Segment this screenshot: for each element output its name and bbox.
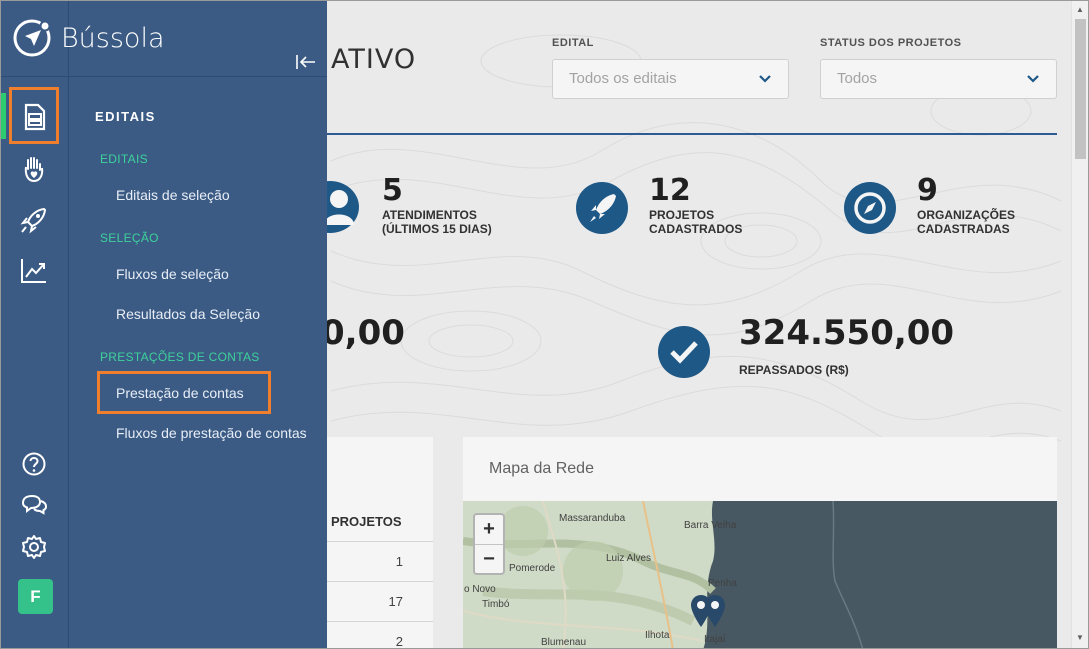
scroll-down-arrow-icon[interactable]: ▼: [1076, 633, 1084, 642]
rocket-icon[interactable]: [18, 204, 50, 236]
collapse-sidebar-icon[interactable]: [295, 52, 317, 72]
chart-line-icon[interactable]: [18, 255, 50, 287]
compass-logo-icon: [13, 19, 51, 57]
user-avatar[interactable]: F: [18, 579, 53, 614]
scroll-up-arrow-icon[interactable]: ▲: [1076, 5, 1084, 14]
brand-bar: Bússola: [1, 1, 327, 77]
active-indicator: [1, 93, 6, 139]
brand-name: Bússola: [61, 23, 165, 54]
hand-heart-icon[interactable]: [18, 153, 50, 185]
app-window: ATIVO EDITAL Todos os editais STATUS DOS…: [0, 0, 1089, 649]
highlight-box-document: [9, 87, 59, 144]
scrollbar-thumb[interactable]: [1075, 19, 1086, 159]
menu-item-editais-de-selecao[interactable]: Editais de seleção: [116, 187, 230, 203]
menu-section-title: EDITAIS: [95, 109, 156, 124]
menu-drawer: EDITAIS EDITAIS Editais de seleção SELEÇ…: [68, 1, 327, 648]
menu-group-label: EDITAIS: [100, 152, 148, 166]
menu-item-fluxos-de-selecao[interactable]: Fluxos de seleção: [116, 266, 229, 282]
gear-icon[interactable]: [18, 531, 50, 563]
menu-item-fluxos-de-prestacao-de-contas[interactable]: Fluxos de prestação de contas: [116, 425, 307, 441]
help-icon[interactable]: [18, 448, 50, 480]
vertical-scrollbar[interactable]: ▲ ▼: [1071, 1, 1088, 648]
highlight-box-prestacao: [97, 371, 271, 414]
menu-group-label: SELEÇÃO: [100, 231, 159, 245]
chat-icon[interactable]: [18, 489, 50, 521]
menu-item-resultados-da-selecao[interactable]: Resultados da Seleção: [116, 306, 260, 322]
menu-group-label: PRESTAÇÕES DE CONTAS: [100, 350, 260, 364]
